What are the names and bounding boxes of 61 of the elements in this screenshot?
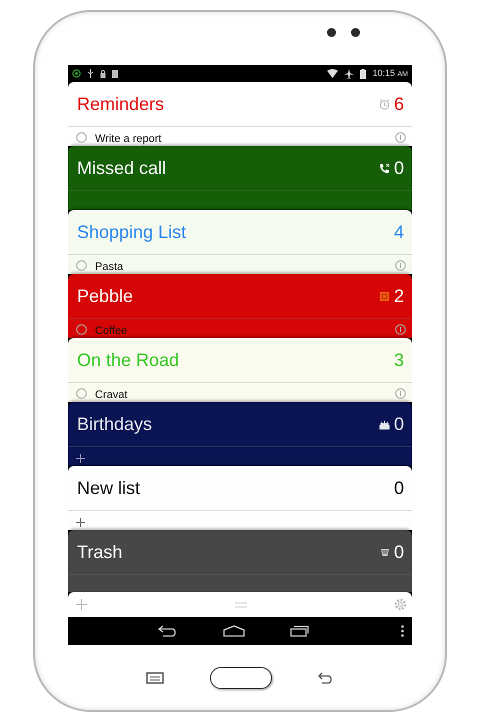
drag-handle-icon[interactable] xyxy=(234,602,246,608)
item-count: 2 xyxy=(394,284,404,308)
lock-icon xyxy=(100,70,106,78)
list-card[interactable]: Reminders 6 Write a report xyxy=(68,82,412,146)
list-card[interactable]: Shopping List 4 Pasta xyxy=(68,210,412,274)
camera-lens xyxy=(327,28,336,37)
cake-icon xyxy=(378,418,390,430)
trash-icon xyxy=(380,547,390,557)
item-text: Pasta xyxy=(95,260,124,274)
list-title: Pebble xyxy=(77,284,134,308)
checkbox-circle-icon[interactable] xyxy=(76,388,87,399)
item-count: 6 xyxy=(394,92,404,116)
item-count: 3 xyxy=(394,348,404,372)
item-text: Write a report xyxy=(95,132,162,146)
list-title: On the Road xyxy=(77,348,180,372)
back-icon[interactable] xyxy=(158,625,178,637)
list-card[interactable]: On the Road 3 Cravat xyxy=(68,338,412,402)
list-title: Shopping List xyxy=(77,220,186,244)
watch-icon xyxy=(378,290,390,302)
checkbox-circle-icon[interactable] xyxy=(76,132,87,143)
wifi-icon xyxy=(327,69,338,78)
usb-icon xyxy=(87,69,94,78)
checkbox-circle-icon[interactable] xyxy=(76,260,87,271)
plus-icon[interactable] xyxy=(76,518,85,527)
list-title: Missed call xyxy=(77,156,166,180)
recent-apps-icon[interactable] xyxy=(290,625,310,637)
info-icon[interactable] xyxy=(395,324,406,335)
notification-icon xyxy=(72,69,81,78)
phone-icon xyxy=(378,162,390,174)
settings-icon[interactable] xyxy=(394,598,407,611)
list-title: New list xyxy=(77,476,140,500)
info-icon[interactable] xyxy=(395,388,406,399)
sd-card-icon xyxy=(112,70,118,78)
list-title: Reminders xyxy=(77,92,164,116)
item-text: Cravat xyxy=(95,388,128,402)
home-key[interactable] xyxy=(210,666,272,688)
airplane-icon xyxy=(344,68,354,78)
item-count: 0 xyxy=(394,156,404,180)
list-card[interactable]: Trash 0 xyxy=(68,530,412,592)
list-title: Trash xyxy=(77,540,122,564)
info-icon[interactable] xyxy=(395,132,406,143)
back-key-icon[interactable] xyxy=(318,672,334,684)
alarm-clock-icon xyxy=(378,98,390,110)
item-count: 0 xyxy=(394,412,404,436)
camera-lens xyxy=(351,28,360,37)
item-text: Coffee xyxy=(95,324,128,338)
checkbox-circle-icon[interactable] xyxy=(76,324,87,335)
list-card[interactable]: New list 0 xyxy=(68,466,412,530)
item-count: 0 xyxy=(394,540,404,564)
info-icon[interactable] xyxy=(395,260,406,271)
list-card[interactable]: Birthdays 0 xyxy=(68,402,412,466)
home-icon[interactable] xyxy=(223,625,245,637)
list-title: Birthdays xyxy=(77,412,152,436)
list-card[interactable]: Missed call 0 xyxy=(68,146,412,210)
overflow-menu-icon[interactable] xyxy=(401,625,404,637)
item-count: 0 xyxy=(394,476,404,500)
list-card[interactable]: Pebble 2 Coffee xyxy=(68,274,412,338)
item-count: 4 xyxy=(394,220,404,244)
battery-icon xyxy=(360,68,366,78)
add-icon[interactable] xyxy=(76,599,87,610)
menu-key-icon[interactable] xyxy=(146,672,164,684)
